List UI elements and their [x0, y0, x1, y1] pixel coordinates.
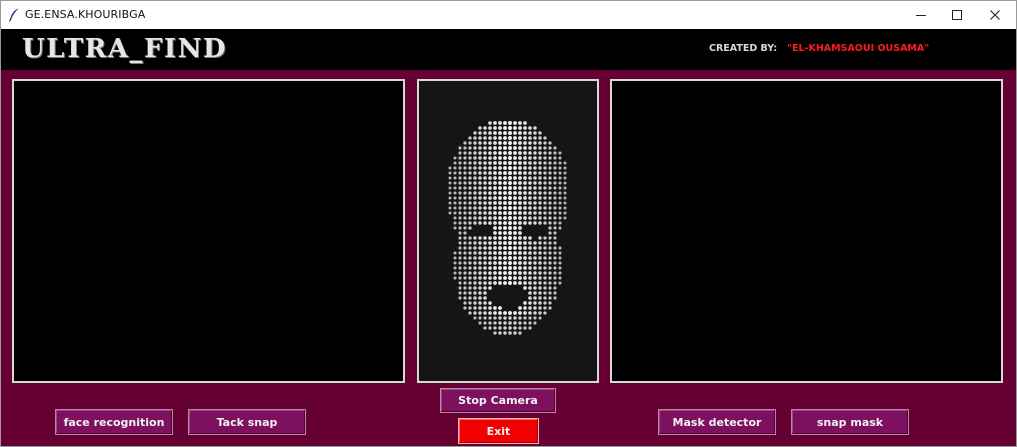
face-recognition-button[interactable]: face recognition: [55, 409, 173, 435]
mask-detector-button[interactable]: Mask detector: [658, 409, 776, 435]
close-button[interactable]: [977, 1, 1013, 29]
window-title: GE.ENSA.KHOURIBGA: [25, 8, 146, 21]
app-window: GE.ENSA.KHOURIBGA ULTRA_FIND CREATED BY:…: [0, 0, 1017, 447]
exit-button[interactable]: Exit: [458, 418, 539, 444]
credit-line: CREATED BY: "EL-KHAMSAOUI OUSAMA": [709, 43, 929, 54]
credit-author: "EL-KHAMSAOUI OUSAMA": [787, 43, 930, 54]
close-icon: [990, 10, 1000, 20]
mask-preview-panel: [610, 79, 1003, 383]
title-bar[interactable]: GE.ENSA.KHOURIBGA: [1, 1, 1016, 29]
minimize-button[interactable]: [903, 1, 939, 29]
camera-feed-panel: [12, 79, 405, 383]
credit-label: CREATED BY:: [709, 43, 788, 54]
app-title: ULTRA_FIND: [22, 34, 227, 64]
face-preview-panel: [417, 79, 599, 383]
tack-snap-button[interactable]: Tack snap: [188, 409, 306, 435]
dotted-face-image: [448, 121, 567, 335]
feather-icon: [9, 8, 19, 22]
app-header: ULTRA_FIND CREATED BY: "EL-KHAMSAOUI OUS…: [1, 29, 1016, 70]
maximize-button[interactable]: [939, 1, 975, 29]
minimize-icon: [916, 15, 926, 16]
snap-mask-button[interactable]: snap mask: [791, 409, 909, 435]
maximize-icon: [952, 10, 962, 20]
stop-camera-button[interactable]: Stop Camera: [440, 388, 556, 413]
